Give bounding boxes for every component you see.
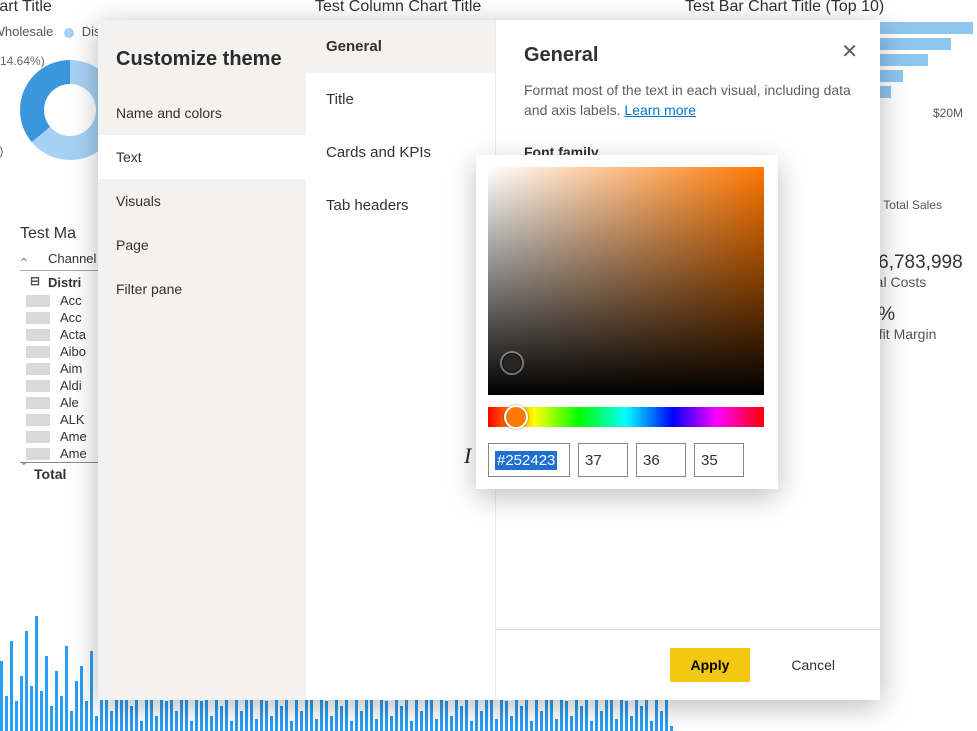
bar-axis-label: Total Sales: [883, 198, 942, 212]
donut-chart-title: t Chart Title: [0, 0, 52, 16]
color-b-input[interactable]: 35: [694, 443, 744, 477]
legend-chip-distr: [64, 28, 74, 38]
bar-chart-title: Test Bar Chart Title (Top 10): [685, 0, 884, 16]
dialog-nav-secondary: General Title Cards and KPIs Tab headers: [306, 20, 496, 700]
dialog-footer-divider: [496, 629, 880, 630]
learn-more-link[interactable]: Learn more: [624, 102, 696, 118]
dialog-nav-primary: Customize theme Name and colors Text Vis…: [98, 20, 306, 700]
subnav-item-cards-and-kpis[interactable]: Cards and KPIs: [306, 126, 495, 179]
bar-axis-tick: $20M: [873, 106, 973, 120]
donut-legend: Wholesale Distr: [0, 24, 109, 39]
panel-title: General: [524, 44, 852, 67]
donut-datalabel-1: 3M (14.64%): [0, 54, 45, 68]
color-hex-value: #252423: [495, 451, 557, 470]
bar-chart: $20M: [873, 22, 973, 120]
dialog-title: Customize theme: [98, 20, 306, 91]
color-hue-slider[interactable]: [488, 407, 764, 427]
subnav-item-tab-headers[interactable]: Tab headers: [306, 179, 495, 232]
nav-item-page[interactable]: Page: [98, 223, 306, 267]
nav-item-visuals[interactable]: Visuals: [98, 179, 306, 223]
color-hex-input[interactable]: #252423: [488, 443, 570, 477]
color-picker-popover: #252423 37 36 35: [476, 155, 778, 489]
subnav-item-general[interactable]: General: [306, 20, 495, 73]
nav-item-filter-pane[interactable]: Filter pane: [98, 267, 306, 311]
apply-button[interactable]: Apply: [670, 648, 751, 682]
legend-label-wholesale: Wholesale: [0, 24, 53, 39]
dialog-footer: Apply Cancel: [670, 648, 856, 682]
nav-item-name-and-colors[interactable]: Name and colors: [98, 91, 306, 135]
cancel-button[interactable]: Cancel: [770, 648, 856, 682]
color-r-input[interactable]: 37: [578, 443, 628, 477]
donut-datalabel-2: .68%): [0, 144, 3, 158]
color-saturation-value-area[interactable]: [488, 167, 764, 395]
column-chart-title: Test Column Chart Title: [315, 0, 481, 16]
color-g-input[interactable]: 36: [636, 443, 686, 477]
color-sv-cursor[interactable]: [502, 353, 522, 373]
color-hue-cursor[interactable]: [504, 405, 528, 429]
nav-item-text[interactable]: Text: [98, 135, 306, 179]
subnav-item-title[interactable]: Title: [306, 73, 495, 126]
close-icon[interactable]: ✕: [841, 42, 858, 62]
panel-description: Format most of the text in each visual, …: [524, 81, 852, 120]
text-cursor-icon: I: [464, 443, 471, 469]
color-picker-inputs: #252423 37 36 35: [488, 443, 766, 477]
